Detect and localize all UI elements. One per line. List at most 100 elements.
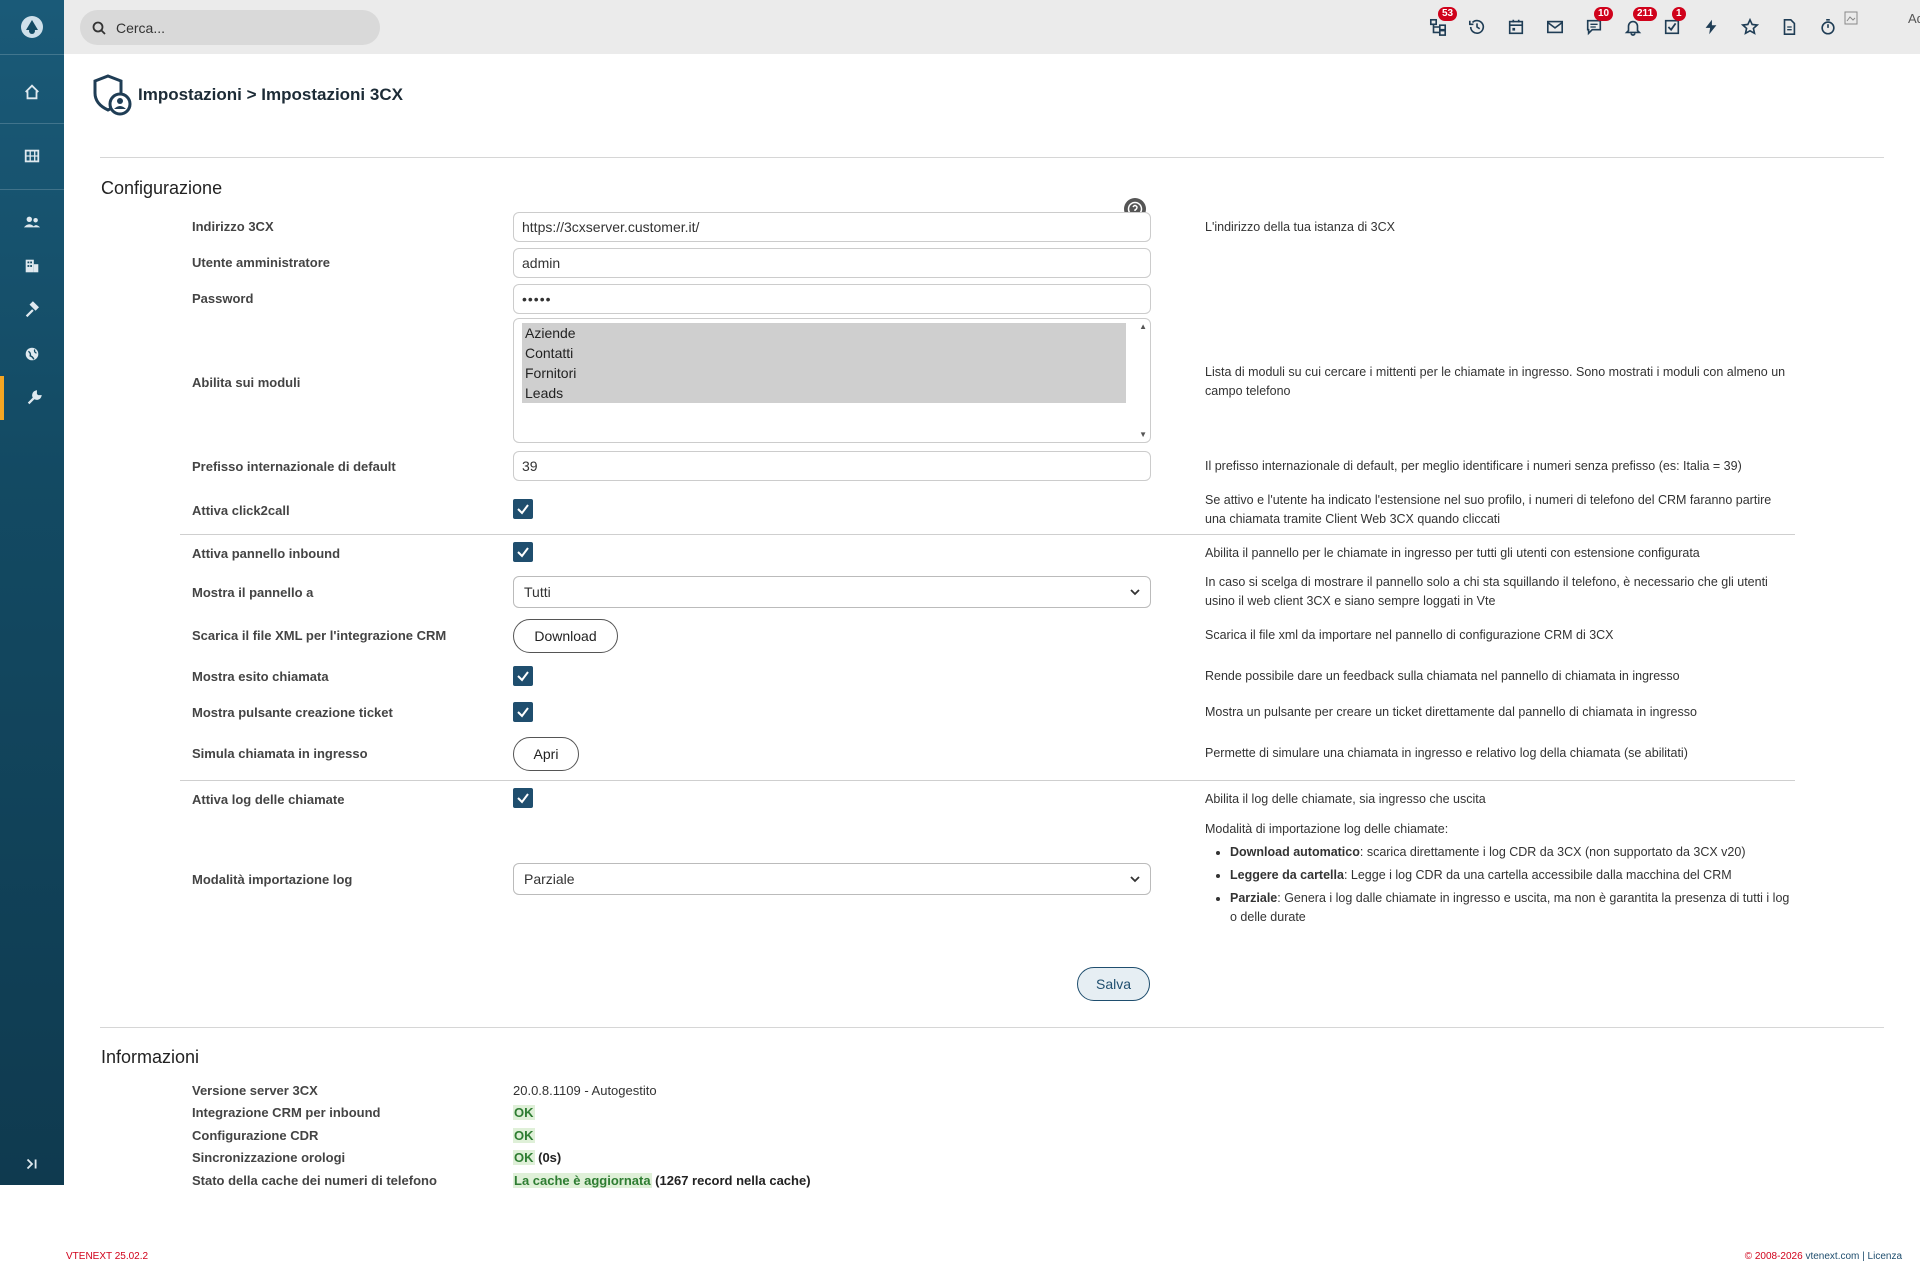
sitemap-icon[interactable]: 53 (1426, 7, 1458, 39)
footer-copyright: © 2008-2026 vtenext.com | Licenza (1745, 1251, 1902, 1262)
footer-separator: | (1859, 1251, 1868, 1262)
ticket-label: Mostra pulsante creazione ticket (192, 705, 393, 720)
module-option[interactable]: Fornitori (522, 363, 1126, 383)
mode-text: : Legge i log CDR da una cartella access… (1343, 868, 1732, 882)
xml-label: Scarica il file XML per l'integrazione C… (192, 628, 447, 643)
chevron-down-icon (1130, 589, 1140, 596)
cdr-label: Configurazione CDR (192, 1128, 319, 1143)
server-version-label: Versione server 3CX (192, 1083, 318, 1098)
lightning-icon[interactable] (1699, 15, 1723, 39)
inbound-panel-checkbox[interactable] (513, 542, 533, 562)
ticket-description: Mostra un pulsante per creare un ticket … (1205, 705, 1697, 719)
log-import-select[interactable]: Parziale (513, 863, 1151, 895)
show-panel-value: Tutti (524, 584, 551, 600)
tasks-icon[interactable]: 1 (1660, 7, 1686, 39)
modules-label: Abilita sui moduli (192, 375, 301, 390)
bell-icon[interactable]: 211 (1621, 7, 1658, 39)
row-divider (180, 534, 1795, 535)
module-option[interactable]: Contatti (522, 343, 1126, 363)
outcome-description: Rende possibile dare un feedback sulla c… (1205, 669, 1680, 683)
outcome-checkbox[interactable] (513, 666, 533, 686)
scroll-down-icon[interactable]: ▼ (1139, 430, 1147, 439)
download-button[interactable]: Download (513, 619, 618, 653)
clock-offset: (0s) (534, 1150, 562, 1165)
page-header: Impostazioni > Impostazioni 3CX (92, 74, 403, 116)
contacts-icon[interactable] (0, 200, 64, 244)
click2call-description: Se attivo e l'utente ha indicato l'esten… (1205, 493, 1772, 526)
history-icon[interactable] (1465, 15, 1489, 39)
settings-shield-icon (93, 74, 132, 116)
prefix-input[interactable] (513, 451, 1151, 481)
inbound-panel-label: Attiva pannello inbound (192, 546, 341, 561)
timer-icon[interactable] (1816, 15, 1840, 39)
grid-icon[interactable] (0, 134, 64, 178)
search-input[interactable] (116, 19, 356, 36)
calendar-icon[interactable] (1504, 15, 1528, 39)
module-option[interactable]: Aziende (522, 323, 1126, 343)
clock-label: Sincronizzazione orologi (192, 1150, 346, 1165)
scroll-up-icon[interactable]: ▲ (1139, 322, 1147, 331)
log-import-intro: Modalità di importazione log delle chiam… (1205, 822, 1449, 836)
star-icon[interactable] (1738, 15, 1762, 39)
call-log-checkbox[interactable] (513, 788, 533, 808)
address-label: Indirizzo 3CX (192, 219, 274, 234)
company-icon[interactable] (0, 244, 64, 288)
log-import-modes: Download automatico: scarica direttament… (1205, 843, 1795, 927)
crm-inbound-status: OK (513, 1105, 535, 1120)
mode-name: Download automatico (1230, 845, 1360, 859)
clock-value-wrap: OK (0s) (513, 1150, 561, 1165)
settings-wrench-icon[interactable] (0, 376, 64, 420)
mail-icon[interactable] (1543, 15, 1567, 39)
chat-icon[interactable]: 10 (1582, 7, 1614, 39)
site-link[interactable]: vtenext.com (1805, 1251, 1859, 1262)
click2call-checkbox[interactable] (513, 499, 533, 519)
password-input[interactable]: ••••• (513, 284, 1151, 314)
admin-user-input[interactable] (513, 248, 1151, 278)
clock-status: OK (513, 1150, 535, 1165)
config-section-title: Configurazione (101, 178, 223, 198)
cache-count: (1267 record nella cache) (651, 1173, 811, 1188)
address-input[interactable] (513, 212, 1151, 242)
mode-text: : Genera i log dalle chiamate in ingress… (1230, 891, 1790, 924)
search-icon (92, 21, 106, 35)
admin-user-label: Utente amministratore (192, 255, 330, 270)
mode-name: Leggere da cartella (1230, 868, 1344, 882)
modules-listbox[interactable]: Aziende Contatti Fornitori Leads ▲ ▼ (513, 318, 1151, 443)
password-label: Password (192, 291, 254, 306)
logo-icon (21, 16, 43, 38)
hammer-icon[interactable] (0, 288, 64, 332)
show-panel-select[interactable]: Tutti (513, 576, 1151, 608)
open-simulate-button[interactable]: Apri (513, 737, 579, 771)
show-panel-label: Mostra il pannello a (192, 585, 314, 600)
crm-inbound-value-wrap: OK (513, 1105, 535, 1120)
ticket-checkbox[interactable] (513, 702, 533, 722)
document-icon[interactable] (1777, 15, 1801, 39)
cdr-status: OK (513, 1128, 535, 1143)
password-value: ••••• (522, 291, 552, 307)
user-avatar-alt[interactable]: Administrator (1908, 11, 1920, 26)
module-option[interactable]: Leads (522, 383, 1126, 403)
address-description: L'indirizzo della tua istanza di 3CX (1205, 220, 1395, 234)
modules-description: Lista di moduli su cui cercare i mittent… (1205, 365, 1786, 398)
copyright-text: © 2008-2026 (1744, 1251, 1806, 1262)
avatar-broken-image-icon[interactable] (1844, 11, 1858, 25)
cdr-value-wrap: OK (513, 1128, 535, 1143)
home-icon[interactable] (0, 70, 64, 114)
globe-icon[interactable] (0, 332, 64, 376)
chat-badge: 10 (1594, 7, 1614, 21)
mode-name: Parziale (1230, 891, 1278, 905)
chevron-down-icon (1130, 876, 1140, 883)
mode-item: Download automatico: scarica direttament… (1230, 843, 1795, 862)
search-box[interactable] (80, 10, 380, 45)
prefix-label: Prefisso internazionale di default (192, 459, 396, 474)
tasks-badge: 1 (1672, 7, 1686, 21)
call-log-description: Abilita il log delle chiamate, sia ingre… (1205, 792, 1486, 806)
license-link[interactable]: Licenza (1868, 1251, 1902, 1262)
topbar: 53 10 211 1 Administrator (64, 0, 1920, 54)
expand-sidebar-icon[interactable] (0, 1142, 64, 1186)
xml-description: Scarica il file xml da importare nel pan… (1205, 628, 1614, 642)
sitemap-badge: 53 (1438, 7, 1458, 21)
app-logo[interactable] (0, 0, 64, 54)
cache-value-wrap: La cache è aggiornata (1267 record nella… (513, 1173, 811, 1188)
save-button[interactable]: Salva (1077, 967, 1150, 1001)
